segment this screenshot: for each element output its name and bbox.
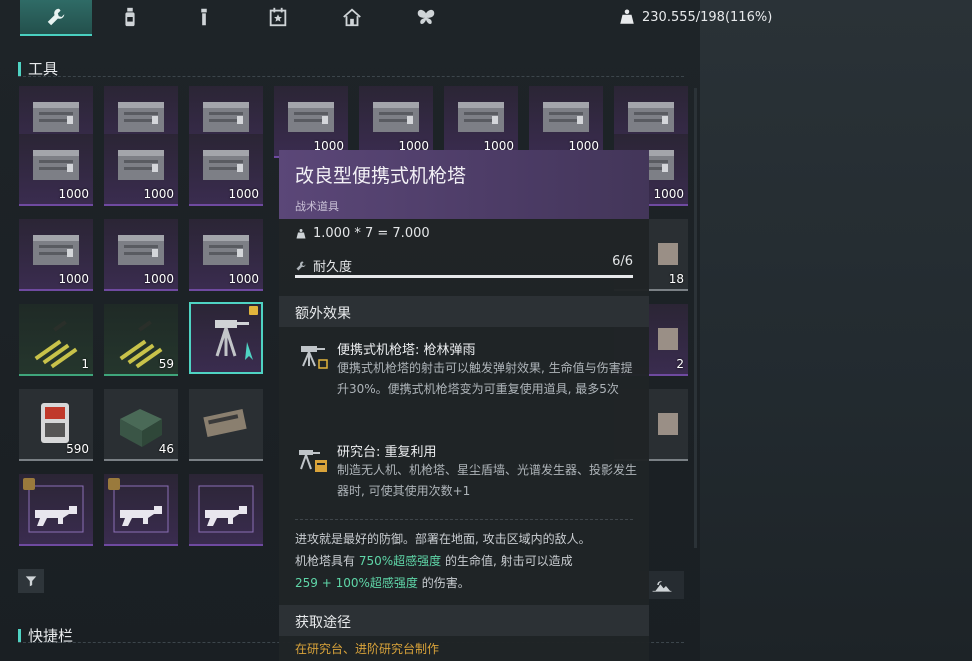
description-text: 机枪塔具有 — [295, 554, 359, 568]
tab-collectibles[interactable] — [242, 0, 314, 34]
item-count: 1000 — [653, 187, 684, 201]
durability-bar — [295, 275, 633, 278]
tab-ammo[interactable] — [168, 0, 240, 34]
weight-icon — [296, 228, 306, 238]
inventory-slot[interactable]: 1000 — [359, 86, 433, 158]
house-icon — [343, 8, 361, 27]
carry-weight: 230.555/198(116%) — [618, 6, 772, 28]
inventory-slot[interactable]: 1000 — [189, 219, 263, 291]
description-line: 进攻就是最好的防御。部署在地面, 攻击区域内的敌人。 — [295, 532, 591, 546]
tab-housing[interactable] — [316, 0, 388, 34]
effect-title: 研究台: 重复利用 — [337, 445, 437, 460]
inventory-slot[interactable]: 1000 — [19, 134, 93, 206]
lock-badge — [108, 478, 120, 490]
inventory-slot[interactable] — [104, 474, 178, 546]
durability-row: 耐久度 — [295, 256, 352, 275]
item-description: 进攻就是最好的防御。部署在地面, 攻击区域内的敌人。 机枪塔具有 750%超感强… — [295, 528, 635, 594]
description-text: 的伤害。 — [417, 576, 470, 590]
description-line: 机枪塔具有 750%超感强度 的生命值, 射击可以造成 — [295, 550, 635, 572]
inventory-slot[interactable]: 590 — [19, 389, 93, 461]
item-count: 1000 — [143, 187, 174, 201]
item-count: 1000 — [228, 187, 259, 201]
inventory-slot[interactable]: 59 — [104, 304, 178, 376]
highlight-value: 259 + 100%超感强度 — [295, 576, 418, 590]
item-name: 改良型便携式机枪塔 — [295, 165, 467, 187]
inventory-slot-selected[interactable] — [189, 302, 263, 374]
new-badge — [249, 306, 258, 315]
inventory-slot[interactable]: 1 — [19, 304, 93, 376]
effect-title: 便携式机枪塔: 枪林弹雨 — [337, 343, 476, 358]
item-count: 2 — [676, 357, 684, 371]
effect-description: 便携式机枪塔的射击可以触发弹射效果, 生命值与伤害提升30%。便携式机枪塔变为可… — [337, 361, 633, 396]
ammo-icon — [201, 8, 207, 26]
item-count: 1000 — [58, 187, 89, 201]
wrench-icon — [47, 8, 65, 26]
inventory-slot[interactable]: 46 — [104, 389, 178, 461]
effect-description: 制造无人机、机枪塔、星尘盾墙、光谱发生器、投影发生器时, 可使其使用次数+1 — [337, 463, 638, 498]
tab-tools[interactable] — [20, 0, 92, 36]
item-count: 18 — [668, 272, 684, 286]
inventory-slot[interactable] — [19, 474, 93, 546]
inventory-slot[interactable]: 1000 — [189, 134, 263, 206]
extra-effects-header: 额外效果 — [279, 296, 649, 327]
source-text: 在研究台、进阶研究台制作 — [295, 642, 440, 656]
lock-badge — [23, 478, 35, 490]
category-tabbar — [0, 0, 700, 36]
extra-effects-title: 额外效果 — [295, 306, 351, 322]
wrench-icon — [296, 261, 306, 270]
source-title: 获取途径 — [295, 615, 351, 631]
scrollbar[interactable] — [694, 88, 697, 548]
inventory-slot[interactable] — [189, 474, 263, 546]
inventory-slot[interactable]: 1000 — [274, 86, 348, 158]
item-weight-row: 1.000 * 7 = 7.000 — [295, 226, 430, 241]
research-bench-icon — [299, 450, 327, 472]
section-accent-bar — [18, 61, 21, 76]
item-count: 46 — [158, 442, 174, 456]
durability-value: 6/6 — [612, 254, 633, 269]
highlight-value: 750%超感强度 — [358, 554, 442, 568]
inventory-slot[interactable]: 1000 — [104, 219, 178, 291]
filter-button[interactable] — [18, 569, 44, 593]
item-category: 战术道具 — [295, 200, 339, 213]
filter-icon — [25, 576, 37, 587]
bottle-icon — [125, 7, 135, 27]
divider — [295, 519, 633, 520]
source-header: 获取途径 — [279, 605, 649, 636]
carry-weight-text: 230.555/198(116%) — [642, 9, 773, 25]
inventory-slot[interactable]: 1000 — [444, 86, 518, 158]
inventory-slot[interactable]: 1000 — [19, 219, 93, 291]
tooltip-header: 改良型便携式机枪塔 战术道具 — [279, 150, 649, 219]
calendar-star-icon — [269, 7, 287, 27]
item-weight: 1.000 * 7 = 7.000 — [313, 226, 430, 241]
item-count: 1000 — [228, 272, 259, 286]
durability-fill — [295, 275, 633, 278]
section-accent-bar — [18, 628, 21, 643]
item-count: 1000 — [143, 272, 174, 286]
butterfly-icon — [417, 9, 435, 25]
inventory-slot[interactable]: 1000 — [104, 134, 178, 206]
turret-mod-icon — [301, 346, 328, 369]
item-count: 59 — [158, 357, 174, 371]
item-count: 1000 — [58, 272, 89, 286]
inventory-slot[interactable] — [189, 389, 263, 461]
divider — [18, 76, 684, 77]
description-line: 259 + 100%超感强度 的伤害。 — [295, 572, 635, 594]
item-tooltip: 改良型便携式机枪塔 战术道具 1.000 * 7 = 7.000 耐久度 6/6… — [279, 150, 649, 661]
description-text: 的生命值, 射击可以造成 — [441, 554, 573, 568]
inventory-slot[interactable]: 1000 — [529, 86, 603, 158]
weight-icon — [620, 9, 634, 24]
item-count: 1 — [81, 357, 89, 371]
tab-cosmetics[interactable] — [390, 0, 462, 34]
durability-label: 耐久度 — [313, 260, 353, 275]
background-scene — [700, 0, 972, 661]
island-icon — [652, 581, 672, 592]
item-count: 590 — [66, 442, 89, 456]
tab-consumables[interactable] — [94, 0, 166, 34]
